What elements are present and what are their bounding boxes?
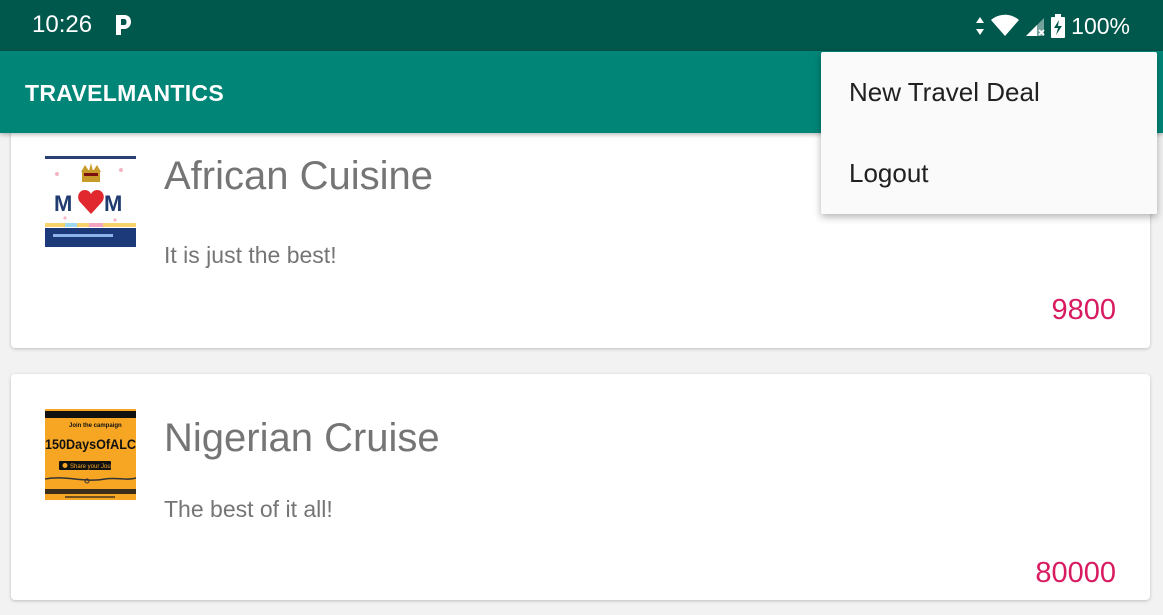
overflow-menu: New Travel Deal Logout bbox=[821, 52, 1157, 214]
app-title: TRAVELMANTICS bbox=[25, 80, 224, 106]
thumbnail-subtext: Share your Journey bbox=[70, 464, 122, 470]
deal-thumbnail-image: M M bbox=[45, 156, 136, 247]
deal-description: The best of it all! bbox=[164, 496, 333, 522]
deal-title: Nigerian Cruise bbox=[164, 416, 440, 460]
battery-charging-icon bbox=[1051, 14, 1066, 38]
svg-text:M: M bbox=[104, 191, 122, 216]
cell-signal-icon bbox=[1024, 15, 1046, 37]
data-arrows-icon bbox=[974, 16, 986, 36]
parking-notification-icon bbox=[113, 13, 133, 37]
app-screen: 10:26 100% TRAVELMANTICS M M African Cui… bbox=[0, 0, 1163, 615]
thumbnail-header-text: Join the campaign bbox=[69, 423, 122, 429]
deal-title: African Cuisine bbox=[164, 154, 434, 198]
status-bar: 10:26 100% bbox=[0, 0, 1163, 51]
svg-text:M: M bbox=[54, 191, 72, 216]
deal-thumbnail-image: Join the campaign 150DaysOfALC Share you… bbox=[45, 409, 136, 500]
status-icons: 100% bbox=[974, 12, 1130, 40]
deal-card[interactable]: Join the campaign 150DaysOfALC Share you… bbox=[11, 374, 1150, 600]
deal-price: 80000 bbox=[1035, 557, 1116, 589]
status-time: 10:26 bbox=[32, 11, 93, 38]
menu-item-new-travel-deal[interactable]: New Travel Deal bbox=[821, 52, 1157, 133]
menu-item-logout[interactable]: Logout bbox=[821, 133, 1157, 214]
deal-price: 9800 bbox=[1051, 294, 1116, 326]
battery-percent: 100% bbox=[1071, 13, 1130, 39]
wifi-icon bbox=[990, 14, 1020, 38]
thumbnail-campaign-text: 150DaysOfALC bbox=[45, 436, 136, 452]
deal-description: It is just the best! bbox=[164, 242, 337, 268]
